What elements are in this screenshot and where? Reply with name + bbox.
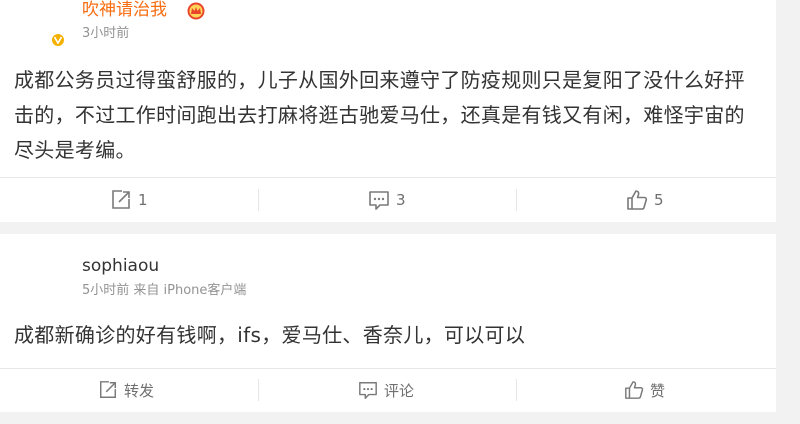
post-content: 成都新确诊的好有钱啊，ifs，爱马仕、香奈儿，可以可以	[14, 323, 526, 347]
like-button[interactable]: 5	[626, 188, 664, 212]
repost-count: 1	[138, 191, 148, 209]
post-card: 吹神请治我 3小时前 成都公务员过得蛮舒服的，儿子从国外回来遵守了防疫规则只是复…	[0, 0, 776, 222]
thumbs-up-icon	[624, 380, 644, 400]
repost-button[interactable]: 1	[110, 188, 148, 212]
post-username[interactable]: sophiaou	[82, 256, 159, 276]
comment-button[interactable]: 3	[368, 188, 406, 212]
action-separator	[516, 189, 517, 211]
post-username[interactable]: 吹神请治我	[82, 0, 167, 20]
comment-button[interactable]: 评论	[358, 378, 414, 402]
comment-count: 3	[396, 191, 406, 209]
divider	[0, 368, 776, 369]
action-separator	[258, 189, 259, 211]
action-separator	[258, 379, 259, 401]
like-count: 5	[654, 191, 664, 209]
repost-icon	[110, 189, 132, 211]
post-content: 成都公务员过得蛮舒服的，儿子从国外回来遵守了防疫规则只是复阳了没什么好抨击的，不…	[14, 68, 745, 162]
repost-button[interactable]: 转发	[98, 378, 154, 402]
comment-icon	[368, 189, 390, 211]
repost-icon	[98, 380, 118, 400]
comment-icon	[358, 380, 378, 400]
vip-crown-icon	[186, 2, 206, 20]
verified-v-badge-icon	[50, 32, 66, 48]
post-timestamp-source[interactable]: 5小时前 来自 iPhone客户端	[82, 283, 246, 299]
divider	[0, 177, 776, 178]
like-button[interactable]: 赞	[624, 378, 665, 402]
post-timestamp[interactable]: 3小时前	[82, 26, 129, 42]
like-label: 赞	[650, 381, 666, 400]
repost-label: 转发	[124, 381, 155, 400]
comment-label: 评论	[384, 381, 415, 400]
thumbs-up-icon	[626, 189, 648, 211]
action-separator	[516, 379, 517, 401]
